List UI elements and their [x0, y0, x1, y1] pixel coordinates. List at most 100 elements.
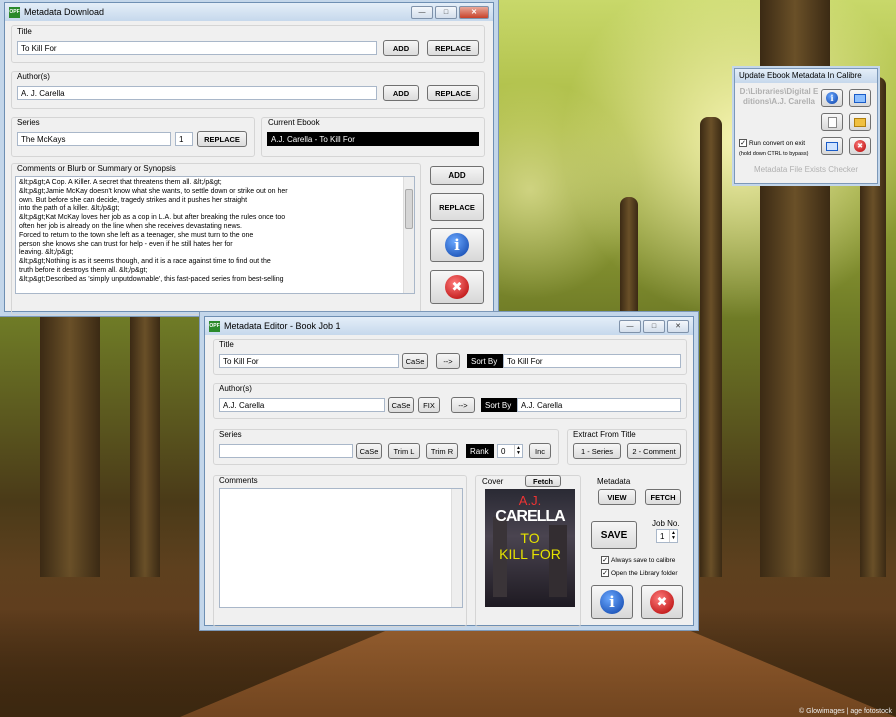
- job-no-spinner[interactable]: 1 ▲ ▼: [656, 529, 678, 543]
- panel-folder-button[interactable]: [849, 113, 871, 131]
- title-add-button[interactable]: ADD: [383, 40, 419, 56]
- job-no-label: Job No.: [652, 519, 680, 528]
- panel-page-button[interactable]: [821, 113, 843, 131]
- author-sort-by-label: Sort By: [481, 398, 517, 412]
- series-input[interactable]: [219, 444, 353, 458]
- close-button[interactable]: ✕: [667, 319, 689, 333]
- always-save-label: Always save to calibre: [611, 556, 676, 564]
- cover-fetch-button[interactable]: Fetch: [525, 475, 561, 487]
- series-replace-button[interactable]: REPLACE: [197, 131, 247, 147]
- comments-line: into the path of a killer. &lt;/p&gt;: [19, 205, 120, 213]
- comments-line: leaving. &lt;/p&gt;: [19, 249, 74, 257]
- convert-icon: [826, 141, 838, 151]
- comments-text: &lt;p&gt;A Cop. A Killer. A secret that …: [19, 179, 400, 285]
- title-label: Title: [17, 27, 32, 36]
- window-title: Metadata Editor - Book Job 1: [224, 321, 341, 331]
- series-label: Series: [219, 430, 242, 439]
- checker-label[interactable]: Metadata File Exists Checker: [739, 163, 873, 177]
- maximize-button[interactable]: □: [435, 5, 457, 19]
- title-replace-button[interactable]: REPLACE: [427, 40, 479, 56]
- folder-icon: [854, 117, 866, 127]
- cover-label: Cover: [482, 477, 504, 486]
- trim-right-button[interactable]: Trim R: [426, 443, 458, 459]
- author-copy-arrow-button[interactable]: -->: [451, 397, 475, 413]
- comments-line: &lt;p&gt;Nothing is as it seems though, …: [19, 258, 271, 266]
- view-button[interactable]: VIEW: [598, 489, 636, 505]
- app-icon: OPF: [209, 320, 220, 332]
- cancel-button[interactable]: ✖: [641, 585, 683, 619]
- panel-info-button[interactable]: i: [821, 89, 843, 107]
- run-convert-note: (hold down CTRL to bypass): [739, 151, 809, 157]
- open-library-label: Open the Library folder: [611, 569, 678, 577]
- comments-textarea[interactable]: [219, 488, 463, 608]
- comments-line: Forced to return to the town she left as…: [19, 231, 254, 239]
- author-case-button[interactable]: CaSe: [388, 397, 414, 413]
- image-credit: © Glowimages | age fotostock: [799, 708, 892, 715]
- window-title: Metadata Download: [24, 7, 105, 17]
- run-convert-checkbox[interactable]: ✓ Run convert on exit: [739, 139, 805, 147]
- series-index-input[interactable]: 1: [175, 132, 193, 146]
- author-input[interactable]: A. J. Carella: [17, 86, 377, 100]
- author-label: Author(s): [219, 384, 252, 393]
- author-replace-button[interactable]: REPLACE: [427, 85, 479, 101]
- comments-line: own. But before she can decide, tragedy …: [19, 196, 248, 204]
- info-icon: i: [445, 233, 469, 257]
- comments-scrollbar[interactable]: [451, 489, 462, 607]
- panel-window-button[interactable]: [849, 89, 871, 107]
- series-input[interactable]: The McKays: [17, 132, 171, 146]
- minimize-button[interactable]: —: [619, 319, 641, 333]
- comments-scrollbar[interactable]: [403, 177, 414, 293]
- trim-left-button[interactable]: Trim L: [388, 443, 420, 459]
- panel-title: Update Ebook Metadata In Calibre: [735, 69, 877, 83]
- cancel-button[interactable]: ✖: [430, 270, 484, 304]
- metadata-download-window: OPF Metadata Download — □ ✕ Title To Kil…: [4, 2, 494, 315]
- info-button[interactable]: i: [430, 228, 484, 262]
- title-copy-arrow-button[interactable]: -->: [436, 353, 460, 369]
- extract-comment-button[interactable]: 2 - Comment: [627, 443, 681, 459]
- panel-convert-button[interactable]: [821, 137, 843, 155]
- cover-title-line2: KILL FOR: [499, 546, 561, 562]
- close-button[interactable]: ✕: [459, 5, 489, 19]
- author-fix-button[interactable]: FIX: [418, 397, 440, 413]
- rank-spinner[interactable]: 0 ▲ ▼: [497, 444, 523, 458]
- info-button[interactable]: i: [591, 585, 633, 619]
- series-label: Series: [17, 118, 40, 127]
- cancel-icon: ✖: [650, 590, 674, 614]
- job-no-value: 1: [660, 531, 665, 541]
- comments-line: often her job is already on the line whe…: [19, 222, 242, 230]
- fetch-metadata-button[interactable]: FETCH: [645, 489, 681, 505]
- rank-increment-button[interactable]: Inc: [529, 443, 551, 459]
- minimize-button[interactable]: —: [411, 5, 433, 19]
- title-input[interactable]: To Kill For: [219, 354, 399, 368]
- title-case-button[interactable]: CaSe: [402, 353, 428, 369]
- info-icon: i: [600, 590, 624, 614]
- page-icon: [827, 116, 837, 128]
- series-case-button[interactable]: CaSe: [356, 443, 382, 459]
- comments-add-button[interactable]: ADD: [430, 166, 484, 185]
- always-save-checkbox[interactable]: ✓ Always save to calibre: [601, 556, 675, 564]
- cancel-icon: ✖: [445, 275, 469, 299]
- open-library-checkbox[interactable]: ✓ Open the Library folder: [601, 569, 677, 577]
- comments-line: truth before it destroys them all. &lt;/…: [19, 266, 148, 274]
- title-input[interactable]: To Kill For: [17, 41, 377, 55]
- author-sort-input[interactable]: A.J. Carella: [517, 398, 681, 412]
- rank-label: Rank: [466, 444, 494, 458]
- title-sort-input[interactable]: To Kill For: [503, 354, 681, 368]
- extract-series-button[interactable]: 1 - Series: [573, 443, 621, 459]
- cover-image[interactable]: A.J. CARELLA TO KILL FOR: [485, 489, 575, 607]
- save-button[interactable]: SAVE: [591, 521, 637, 549]
- cover-author-line2: CARELLA: [495, 508, 565, 525]
- comments-replace-button[interactable]: REPLACE: [430, 193, 484, 221]
- maximize-button[interactable]: □: [643, 319, 665, 333]
- author-add-button[interactable]: ADD: [383, 85, 419, 101]
- comments-textarea[interactable]: &lt;p&gt;A Cop. A Killer. A secret that …: [15, 176, 415, 294]
- title-sort-by-label: Sort By: [467, 354, 503, 368]
- comments-label: Comments or Blurb or Summary or Synopsis: [17, 164, 176, 173]
- metadata-label: Metadata: [597, 477, 631, 486]
- metadata-editor-window: OPF Metadata Editor - Book Job 1 — □ ✕ T…: [204, 316, 694, 627]
- app-icon: OPF: [9, 6, 20, 18]
- panel-cancel-button[interactable]: ✖: [849, 137, 871, 155]
- cover-title-line1: TO: [520, 530, 540, 546]
- author-input[interactable]: A.J. Carella: [219, 398, 385, 412]
- comments-label: Comments: [219, 476, 258, 485]
